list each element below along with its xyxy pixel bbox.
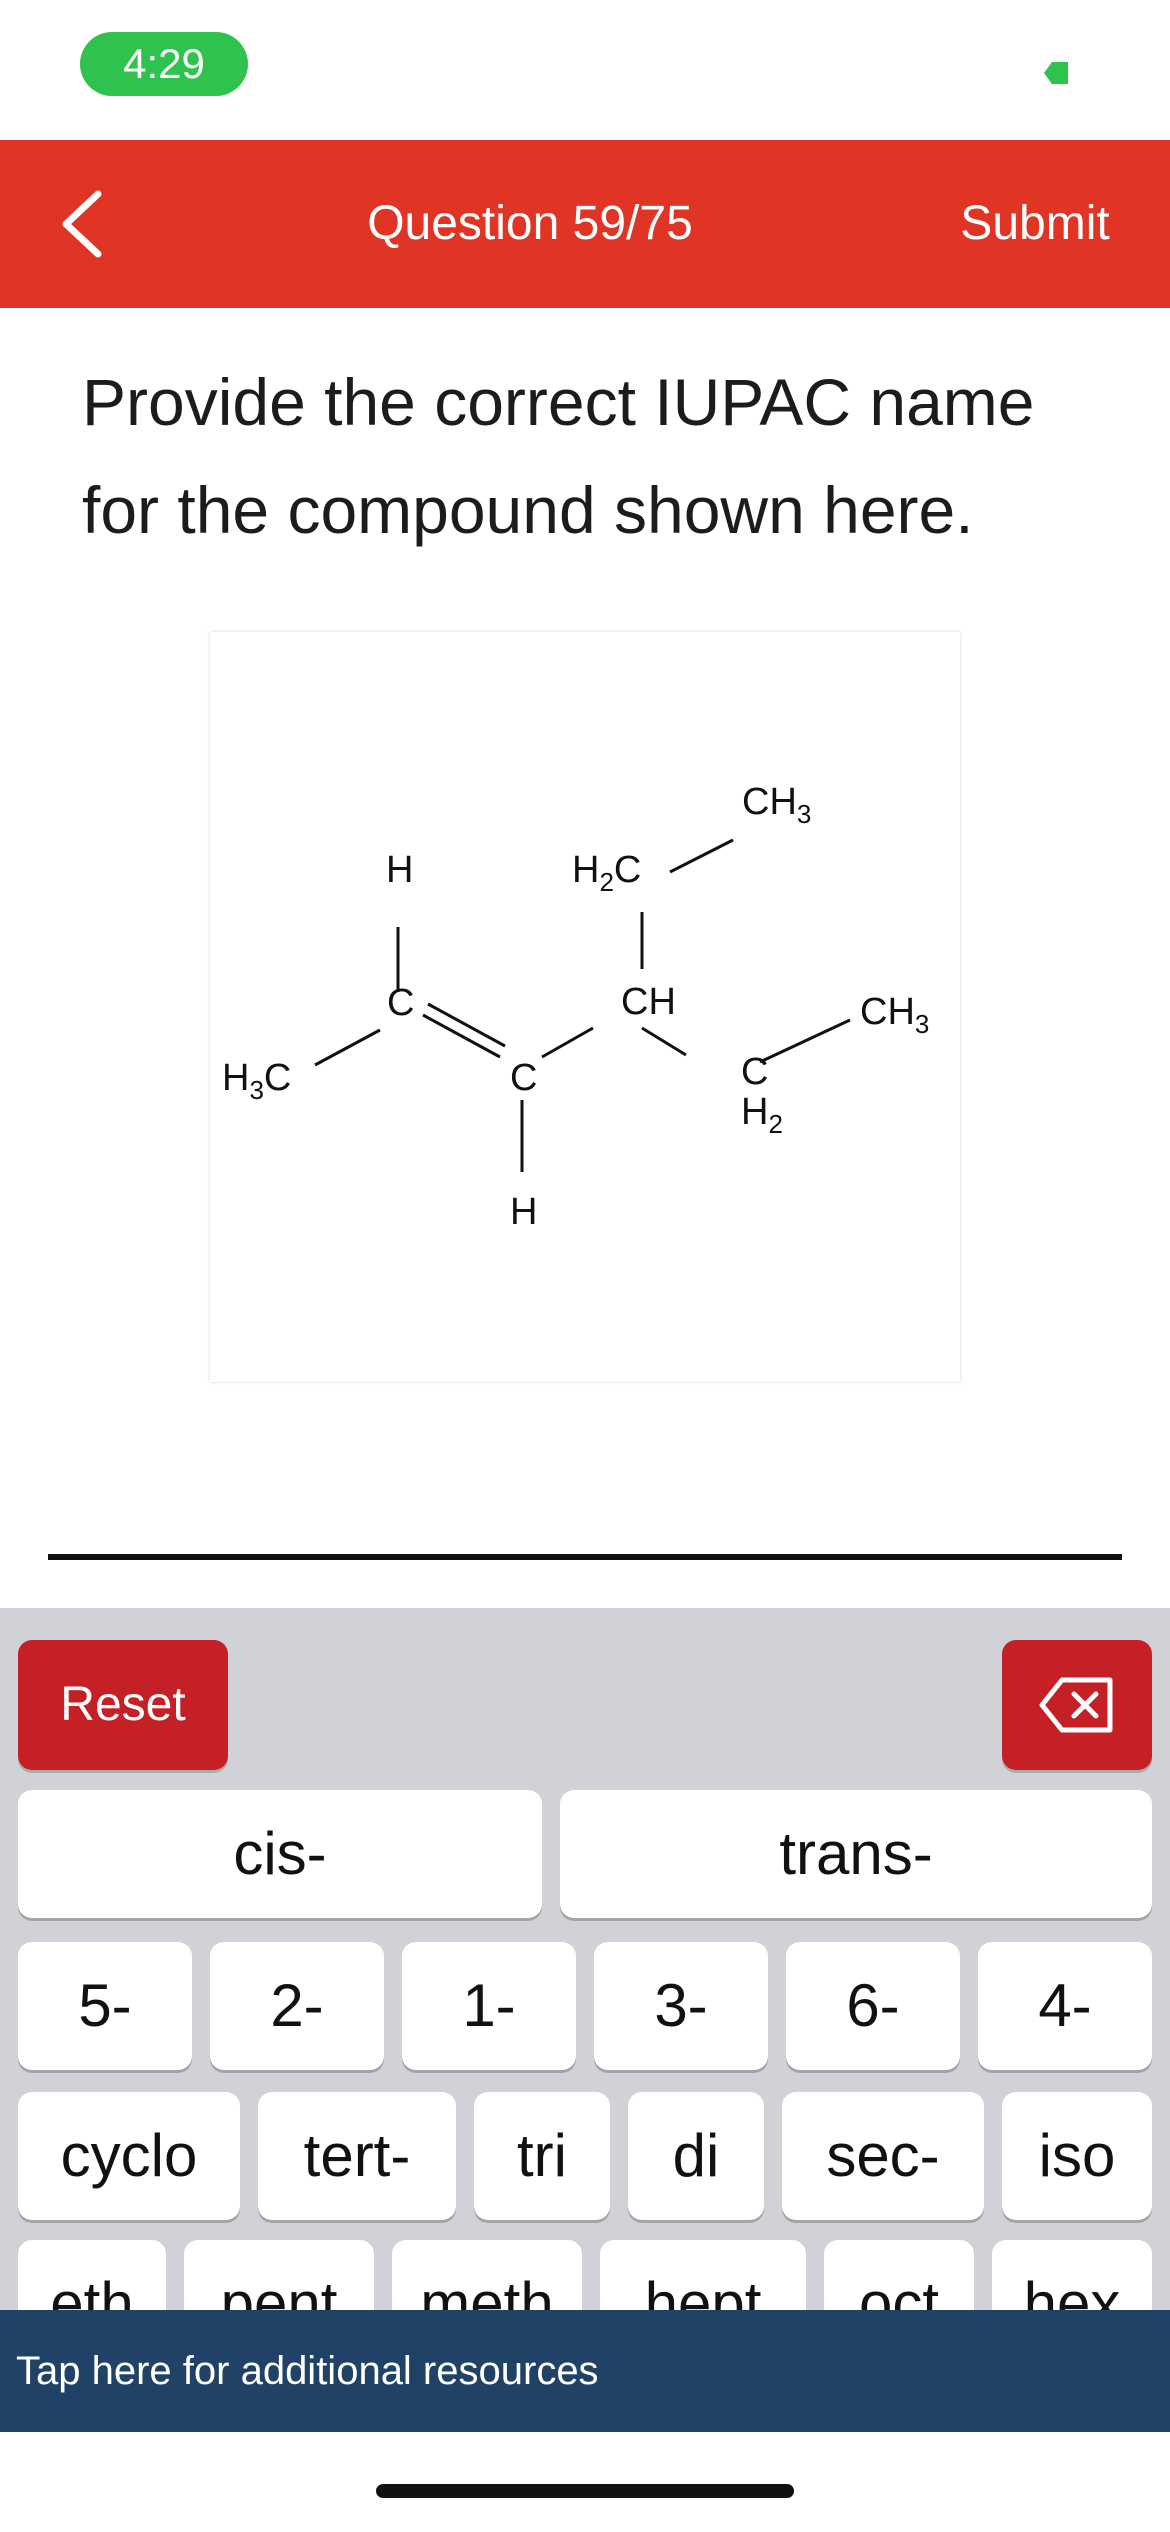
atom-c2: C [510,1057,537,1099]
key-1[interactable]: 1- [402,1942,576,2070]
bond [669,838,734,874]
resources-button[interactable]: Tap here for additional resources [0,2310,1170,2432]
skeletal-structure: H3C C C H H CH H2C CH3 C H2 CH3 [222,781,929,1233]
atom-h3c-left: H3C [222,1057,291,1105]
key-5[interactable]: 5- [18,1942,192,2070]
atom-h-top: H [386,849,413,891]
key-sec[interactable]: sec- [782,2092,984,2220]
key-iso[interactable]: iso [1002,2092,1152,2220]
app-screen: 4:29 Question 59/75 Submit Provide the c… [0,0,1170,2532]
key-di[interactable]: di [628,2092,764,2220]
atom-c-h2: C [741,1051,768,1093]
backspace-button[interactable] [1002,1640,1152,1770]
key-cyclo[interactable]: cyclo [18,2092,240,2220]
answer-field[interactable] [48,1554,1122,1560]
question-prompt: Provide the correct IUPAC name for the c… [82,348,1102,564]
status-indicator-icon [1044,62,1068,84]
status-time: 4:29 [80,32,248,96]
key-3[interactable]: 3- [594,1942,768,2070]
reset-button[interactable]: Reset [18,1640,228,1770]
key-tert[interactable]: tert- [258,2092,456,2220]
key-4[interactable]: 4- [978,1942,1152,2070]
answer-keyboard: Reset cis- trans- 5- 2- 1- 3- 6- 4- cycl… [0,1608,1170,2368]
status-bar: 4:29 [0,0,1170,140]
atom-ch: CH [621,981,676,1023]
question-counter: Question 59/75 [367,197,693,250]
submit-button[interactable]: Submit [930,140,1140,308]
question-line-1: Provide the correct IUPAC name [82,365,1035,439]
atom-ch3-right: CH3 [860,991,929,1039]
atom-c1: C [387,982,414,1024]
question-line-2: for the compound shown here. [82,473,974,547]
home-area [0,2432,1170,2532]
key-6[interactable]: 6- [786,1942,960,2070]
structure-card: H3C C C H H CH H2C CH3 C H2 CH3 [210,632,960,1382]
bond [759,1018,851,1064]
backspace-icon [1039,1677,1113,1733]
key-tri[interactable]: tri [474,2092,610,2220]
header-bar: Question 59/75 Submit [0,140,1170,308]
key-2[interactable]: 2- [210,1942,384,2070]
chevron-left-icon[interactable] [52,184,112,264]
home-indicator[interactable] [376,2484,794,2498]
atom-ch3-top: CH3 [742,781,811,829]
key-cis[interactable]: cis- [18,1790,542,1918]
atom-h2-under: H2 [741,1091,783,1139]
bond [641,1026,687,1057]
key-trans[interactable]: trans- [560,1790,1152,1918]
atom-h2c-top: H2C [572,849,641,897]
bond [541,1026,594,1059]
atom-h-bottom: H [510,1191,537,1233]
bond [314,1028,381,1067]
